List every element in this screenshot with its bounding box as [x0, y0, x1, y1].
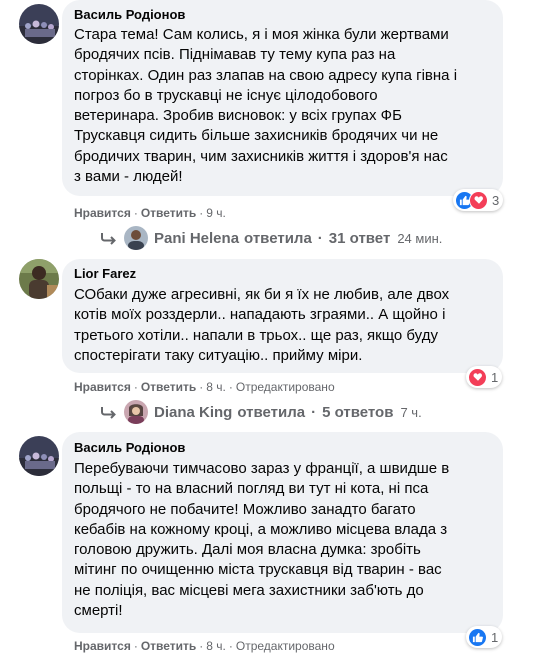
reply-button[interactable]: Ответить	[141, 206, 196, 220]
avatar[interactable]	[19, 4, 59, 44]
avatar	[124, 400, 148, 424]
reactions-count: 1	[491, 369, 499, 385]
reactions-count: 3	[492, 192, 500, 208]
view-replies-link[interactable]: Diana King ответила · 5 ответов 7 ч.	[100, 400, 422, 424]
view-replies-link[interactable]: Pani Helena ответила · 31 ответ 24 мин.	[100, 226, 442, 250]
edited-label[interactable]: Отредактировано	[236, 639, 335, 653]
separator: ·	[317, 229, 323, 247]
love-icon	[468, 367, 487, 387]
reply-arrow-icon	[100, 405, 118, 419]
comment-text: Стара тема! Сам колись, я і моя жінка бу…	[74, 26, 458, 186]
reply-label: ответила	[244, 229, 312, 247]
comment-actions: Нравится · Ответить · 8 ч. · Отредактировано	[74, 639, 335, 653]
reply-button[interactable]: Ответить	[141, 639, 196, 653]
like-icon	[468, 627, 487, 647]
avatar[interactable]	[19, 436, 59, 476]
comment-text: Перебуваючи тимчасово зараз у франції, а…	[74, 460, 450, 620]
reactions-summary[interactable]: 1	[466, 626, 503, 648]
comment-time[interactable]: 8 ч.	[206, 380, 226, 394]
comment-actions: Нравится · Ответить · 9 ч.	[74, 206, 226, 220]
reply-count: 31 ответ	[328, 229, 391, 247]
reply-time: 7 ч.	[400, 404, 422, 420]
avatar	[124, 226, 148, 250]
reactions-count: 1	[491, 629, 499, 645]
like-button[interactable]: Нравится	[74, 639, 131, 653]
reply-author: Pani Helena	[154, 229, 240, 247]
comment-actions: Нравится · Ответить · 8 ч. · Отредактировано	[74, 380, 335, 394]
reactions-summary[interactable]: 3	[453, 189, 504, 211]
like-button[interactable]: Нравится	[74, 380, 131, 394]
edited-label[interactable]: Отредактировано	[236, 380, 335, 394]
like-button[interactable]: Нравится	[74, 206, 131, 220]
comment-time[interactable]: 9 ч.	[206, 206, 226, 220]
reactions-summary[interactable]: 1	[466, 366, 503, 388]
comment-author[interactable]: Василь Родіонов	[74, 440, 185, 455]
comment-text: СОбаки дуже агресивні, як би я їх не люб…	[74, 286, 450, 364]
comment-author[interactable]: Lior Farez	[74, 266, 136, 281]
reply-label: ответила	[237, 403, 306, 421]
reply-count: 5 ответов	[322, 403, 394, 421]
comment-time[interactable]: 8 ч.	[206, 639, 226, 653]
love-icon	[469, 190, 488, 210]
avatar[interactable]	[19, 259, 59, 299]
reply-button[interactable]: Ответить	[141, 380, 196, 394]
reply-author: Diana King	[154, 403, 233, 421]
comment-author[interactable]: Василь Родіонов	[74, 7, 185, 22]
separator: ·	[311, 403, 317, 421]
reply-arrow-icon	[100, 231, 118, 245]
reply-time: 24 мин.	[397, 230, 443, 246]
